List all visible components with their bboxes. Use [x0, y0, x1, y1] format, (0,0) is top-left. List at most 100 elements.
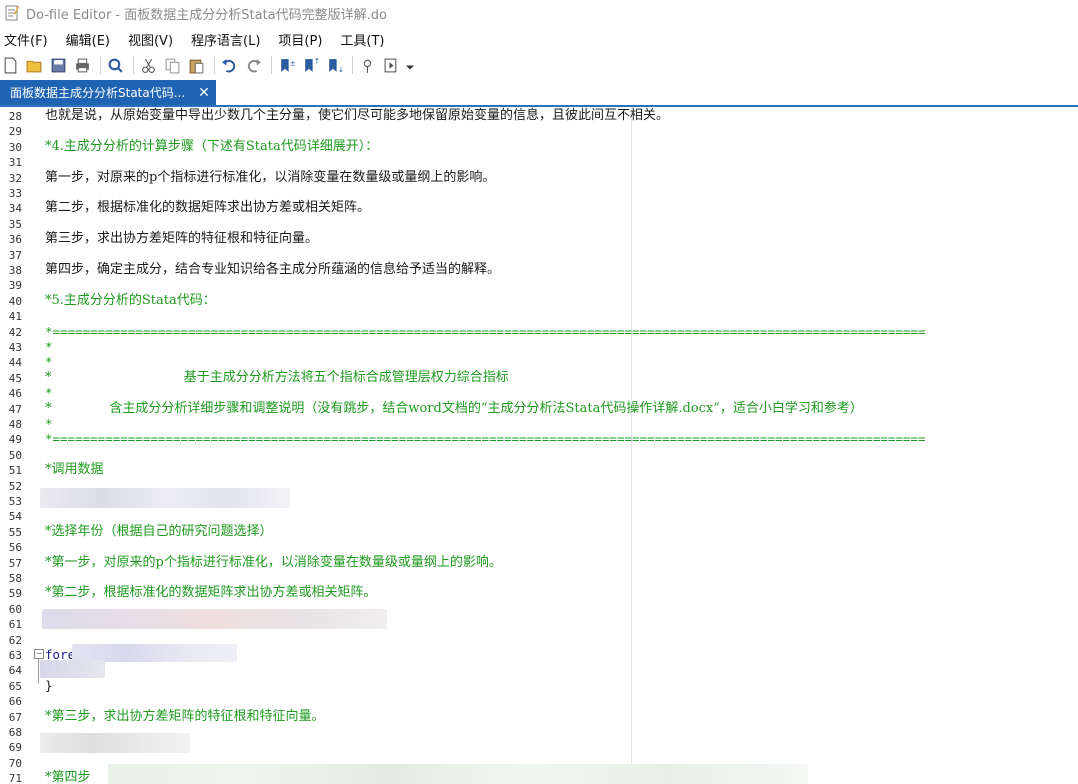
line-number: 51 — [8, 464, 22, 478]
menu-view[interactable]: 视图(V) — [128, 30, 173, 49]
preview-icon[interactable] — [357, 55, 377, 75]
line-number: 30 — [8, 140, 22, 154]
line-number: 69 — [8, 741, 22, 755]
line-number: 53 — [8, 495, 22, 508]
tab-label: 面板数据主成分分析Stata代码... — [10, 86, 186, 100]
code-line: *4.主成分分析的计算步骤（下述有Stata代码详细展开）： — [45, 138, 379, 154]
code-line: *第三步，求出协方差矩阵的特征根和特征向量。 — [45, 708, 325, 724]
redacted-region — [40, 488, 290, 508]
toolbar-separator — [214, 56, 215, 74]
line-number: 42 — [8, 325, 22, 339]
code-line: *选择年份（根据自己的研究问题选择） — [45, 523, 273, 539]
paste-icon[interactable] — [186, 55, 206, 75]
line-number: 52 — [8, 479, 22, 493]
code-line: 第四步，确定主成分，结合专业知识给各主成分所蕴涵的信息给予适当的解释。 — [45, 262, 501, 277]
code-line: * — [45, 385, 53, 401]
code-line: *5.主成分分析的Stata代码： — [45, 292, 216, 308]
menu-language[interactable]: 程序语言(L) — [191, 30, 260, 49]
line-number: 60 — [8, 602, 22, 616]
redacted-region — [40, 660, 105, 678]
line-number: 34 — [8, 202, 22, 216]
redacted-region — [40, 733, 190, 753]
line-number: 38 — [8, 264, 22, 277]
line-number: 59 — [8, 587, 22, 601]
line-number: 46 — [8, 387, 22, 401]
line-number: 55 — [8, 525, 22, 539]
cut-icon[interactable] — [138, 55, 158, 75]
line-number: 40 — [8, 294, 22, 308]
line-number: 71 — [8, 772, 22, 784]
toolbar: ± ↑ ↓ — [0, 52, 419, 78]
code-line: *=======================================… — [45, 323, 926, 339]
close-icon[interactable]: ✕ — [196, 85, 212, 101]
line-number: 58 — [8, 572, 22, 585]
code-line: *第二步，根据标准化的数据矩阵求出协方差或相关矩阵。 — [45, 585, 377, 601]
document-icon — [5, 5, 19, 21]
code-line: 第一步，对原来的p个指标进行标准化，以消除变量在数量级或量纲上的影响。 — [45, 169, 496, 185]
run-do-icon[interactable] — [381, 55, 401, 75]
title-bar: Do-file Editor - 面板数据主成分分析Stata代码完整版详解.d… — [0, 0, 1078, 26]
fold-toggle-icon[interactable]: − — [34, 649, 44, 659]
line-number: 41 — [8, 310, 22, 324]
menu-bar: 文件(F) 编辑(E) 视图(V) 程序语言(L) 项目(P) 工具(T) — [0, 28, 399, 50]
fold-guide — [38, 659, 39, 683]
print-icon[interactable] — [72, 55, 92, 75]
bookmark-add-icon[interactable]: ± — [276, 55, 296, 75]
bookmark-prev-icon[interactable]: ↑ — [300, 55, 320, 75]
line-number: 70 — [8, 756, 22, 770]
code-line: * — [45, 354, 53, 370]
menu-tools[interactable]: 工具(T) — [340, 30, 384, 49]
line-number-gutter: 28 29 30 31 32 33 34 35 36 37 38 39 40 41 42 43 44 45 46 47… — [0, 107, 38, 784]
menu-edit[interactable]: 编辑(E) — [66, 30, 110, 49]
code-editor[interactable]: 28 29 30 31 32 33 34 35 36 37 38 39 40 41 42 43 44 45 46 47… — [0, 107, 1078, 784]
line-number: 48 — [8, 418, 22, 431]
bookmark-next-icon[interactable]: ↓ — [324, 55, 344, 75]
line-number: 64 — [8, 664, 22, 678]
line-number: 65 — [8, 679, 22, 693]
line-number: 28 — [8, 110, 22, 123]
line-number: 37 — [8, 248, 22, 262]
svg-text:↓: ↓ — [337, 64, 342, 73]
line-number: 39 — [8, 279, 22, 293]
code-line: 第二步，根据标准化的数据矩阵求出协方差或相关矩阵。 — [45, 200, 371, 216]
copy-icon[interactable] — [162, 55, 182, 75]
line-number: 44 — [8, 356, 22, 370]
line-number: 32 — [8, 171, 22, 185]
new-file-icon[interactable] — [0, 55, 20, 75]
code-line: 第三步，求出协方差矩阵的特征根和特征向量。 — [45, 231, 319, 247]
code-line: * — [45, 339, 53, 354]
undo-icon[interactable] — [219, 55, 239, 75]
chevron-down-icon[interactable] — [405, 55, 415, 75]
line-number: 50 — [8, 448, 22, 462]
code-line: * — [45, 416, 53, 431]
svg-text:↑: ↑ — [313, 57, 318, 65]
line-number: 47 — [8, 402, 22, 416]
find-icon[interactable] — [105, 55, 125, 75]
redacted-region — [42, 609, 387, 629]
line-number: 54 — [8, 510, 22, 524]
tab-active-file[interactable]: 面板数据主成分分析Stata代码... ✕ — [0, 80, 216, 105]
tab-strip: 面板数据主成分分析Stata代码... ✕ — [0, 80, 1078, 107]
redacted-region — [108, 764, 808, 784]
toolbar-separator — [133, 56, 134, 74]
redo-icon[interactable] — [243, 55, 263, 75]
code-line: *第四步 — [45, 770, 91, 784]
code-line: * 含主成分分析详细步骤和调整说明（没有跳步，结合word文档的“主成分分析法S… — [45, 400, 863, 416]
line-number: 43 — [8, 341, 22, 354]
line-number: 57 — [8, 556, 22, 570]
code-line: 也就是说，从原始变量中导出少数几个主分量，使它们尽可能多地保留原始变量的信息，且… — [45, 108, 670, 123]
open-folder-icon[interactable] — [24, 55, 44, 75]
line-number: 62 — [8, 633, 22, 647]
menu-file[interactable]: 文件(F) — [4, 30, 48, 49]
line-number: 49 — [8, 433, 22, 447]
line-number: 61 — [8, 618, 22, 632]
save-icon[interactable] — [48, 55, 68, 75]
line-number: 31 — [8, 156, 22, 170]
line-number: 67 — [8, 710, 22, 724]
line-number: 63 — [8, 649, 22, 662]
code-line: * 基于主成分分析方法将五个指标合成管理层权力综合指标 — [45, 369, 509, 385]
line-number: 33 — [8, 187, 22, 200]
menu-project[interactable]: 项目(P) — [278, 30, 322, 49]
line-number: 68 — [8, 726, 22, 739]
toolbar-separator — [352, 56, 353, 74]
